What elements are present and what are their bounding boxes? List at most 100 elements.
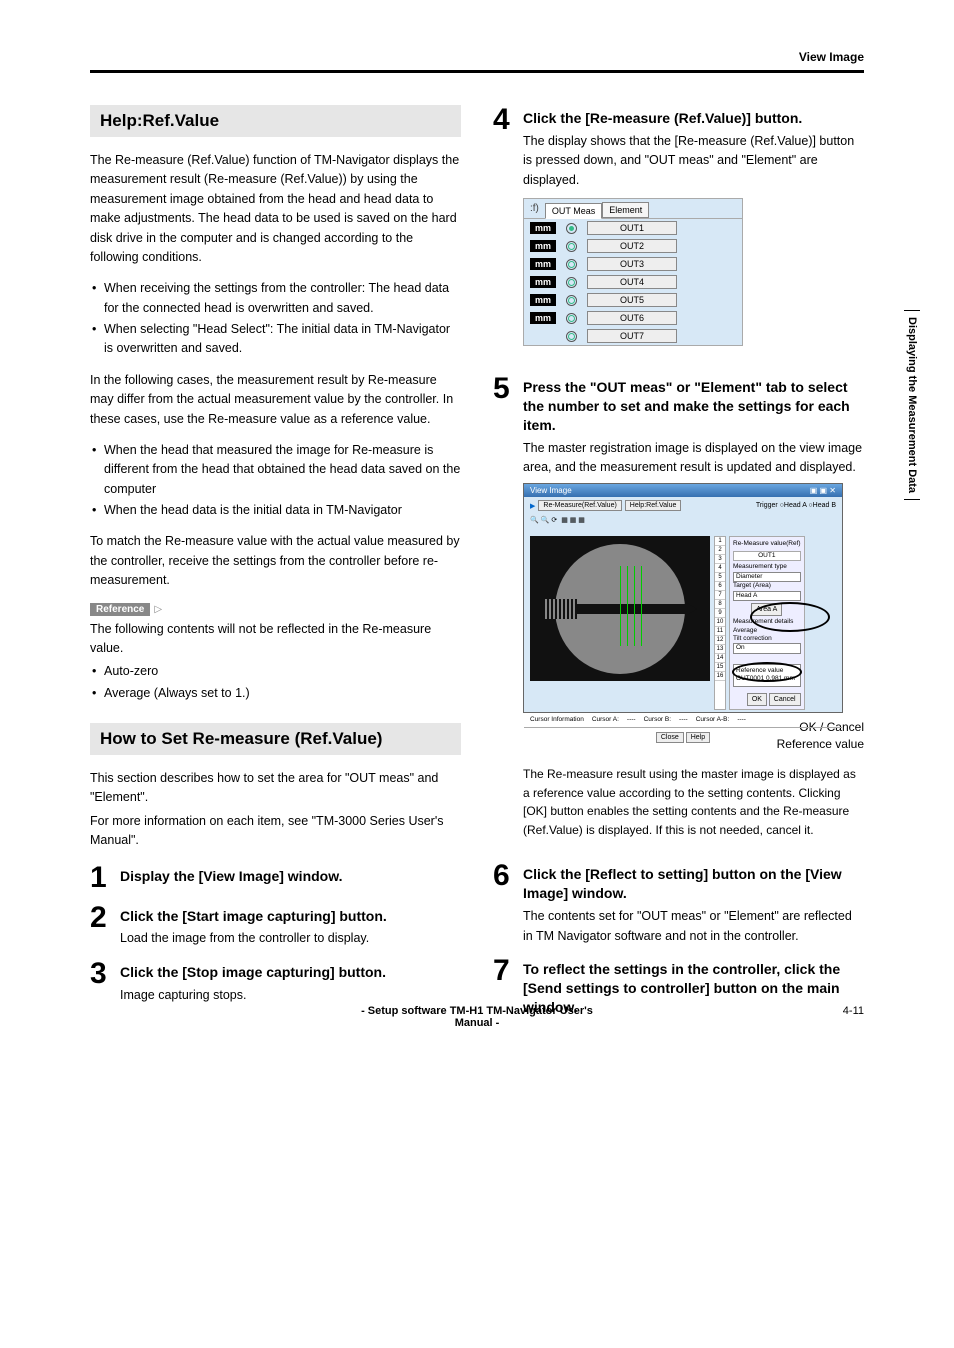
reference-intro: The following contents will not be refle… [90, 620, 461, 659]
step-3: 3 Click the [Stop image capturing] butto… [90, 959, 461, 1005]
step-1: 1 Display the [View Image] window. [90, 863, 461, 893]
unit-mm: mm [530, 258, 556, 270]
step-desc: The master registration image is display… [523, 439, 864, 478]
tab-element[interactable]: Element [602, 202, 649, 218]
step-2: 2 Click the [Start image capturing] butt… [90, 903, 461, 949]
select-tilt-on[interactable]: On [733, 643, 801, 653]
unit-mm: mm [530, 294, 556, 306]
panel-out-label: OUT1 [733, 551, 801, 561]
radio-out2[interactable] [566, 241, 577, 252]
unit-mm: mm [530, 312, 556, 324]
step-5: 5 Press the "OUT meas" or "Element" tab … [493, 374, 864, 851]
right-column: 4 Click the [Re-measure (Ref.Value)] but… [493, 105, 864, 1031]
step-6: 6 Click the [Reflect to setting] button … [493, 861, 864, 946]
radio-out7[interactable] [566, 331, 577, 342]
button-out5[interactable]: OUT5 [587, 293, 677, 307]
reference-arrow-icon: ▷ [154, 604, 162, 615]
tab-out-meas[interactable]: OUT Meas [545, 203, 602, 219]
step-desc: The display shows that the [Re-measure (… [523, 132, 864, 190]
label-meas-type: Measurement type [733, 563, 801, 571]
howto-moreinfo: For more information on each item, see "… [90, 812, 461, 851]
radio-out6[interactable] [566, 313, 577, 324]
select-head[interactable]: Head A [733, 591, 801, 601]
footer-title: - Setup software TM-H1 TM-Navigator User… [348, 1005, 606, 1029]
cursor-info-label: Cursor Information [530, 716, 584, 723]
radio-out1[interactable] [566, 223, 577, 234]
fig-prefix: :f) [524, 200, 545, 217]
zoom-icon[interactable]: 🔍 🔍 ⟳ [530, 516, 557, 524]
step-title: Display the [View Image] window. [120, 863, 461, 886]
help-case-2: When the head data is the initial data i… [90, 501, 461, 520]
window-title: View Image [530, 486, 572, 495]
step-title: Click the [Start image capturing] button… [120, 903, 461, 926]
reference-value-title: Reference value [736, 667, 798, 675]
figure-view-image-window: View Image ▣ ▣ ✕ ▶ Re-Measure(Ref.Value)… [523, 483, 843, 713]
figure-out-meas: :f) OUT Meas Element mm OUT1 mm OU [523, 198, 743, 346]
label-average: Average [733, 627, 801, 635]
button-out4[interactable]: OUT4 [587, 275, 677, 289]
header-rule [90, 70, 864, 73]
button-out7[interactable]: OUT7 [587, 329, 677, 343]
header-section: View Image [799, 50, 864, 64]
panel-header: Re-Measure value(Ref) [733, 540, 801, 548]
help-match: To match the Re-measure value with the a… [90, 532, 461, 590]
help-cond-2: When selecting "Head Select": The initia… [90, 320, 461, 359]
step-title: Click the [Reflect to setting] button on… [523, 861, 864, 903]
toolbar-help-button[interactable]: Help:Ref.Value [625, 500, 682, 511]
toolbar-link[interactable]: ▶ [530, 502, 535, 510]
help-button[interactable]: Help [686, 732, 710, 743]
button-out6[interactable]: OUT6 [587, 311, 677, 325]
button-out3[interactable]: OUT3 [587, 257, 677, 271]
howto-intro: This section describes how to set the ar… [90, 769, 461, 808]
page-footer: - Setup software TM-H1 TM-Navigator User… [90, 1005, 864, 1029]
button-out1[interactable]: OUT1 [587, 221, 677, 235]
ref-item-2: Average (Always set to 1.) [90, 684, 461, 703]
radio-out3[interactable] [566, 259, 577, 270]
left-column: Help:Ref.Value The Re-measure (Ref.Value… [90, 105, 461, 1031]
toolbar-head-label: Trigger ○Head A ○Head B [756, 502, 836, 509]
step-number: 6 [493, 861, 513, 946]
unit-mm: mm [530, 276, 556, 288]
step-number: 3 [90, 959, 110, 1005]
step-desc: Image capturing stops. [120, 986, 461, 1005]
heading-help-ref-value: Help:Ref.Value [90, 105, 461, 137]
image-view-area[interactable] [530, 536, 710, 681]
step-number: 5 [493, 374, 513, 851]
label-meas-details: Measurement details [733, 618, 801, 626]
help-cond-1: When receiving the settings from the con… [90, 279, 461, 318]
label-tilt: Tilt correction [733, 635, 801, 643]
window-controls-icon[interactable]: ▣ ▣ ✕ [810, 486, 836, 495]
step-4: 4 Click the [Re-measure (Ref.Value)] but… [493, 105, 864, 364]
step-desc: The contents set for "OUT meas" or "Elem… [523, 907, 864, 946]
select-diameter[interactable]: Diameter [733, 572, 801, 582]
button-out2[interactable]: OUT2 [587, 239, 677, 253]
out-number-list[interactable]: 12345678 910111213141516 [714, 536, 726, 709]
step-title: Click the [Stop image capturing] button. [120, 959, 461, 982]
unit-mm: mm [530, 240, 556, 252]
cancel-button[interactable]: Cancel [769, 693, 801, 706]
cursor-a: Cursor A: [592, 716, 619, 723]
help-differ: In the following cases, the measurement … [90, 371, 461, 429]
label-target: Target (Area) [733, 582, 801, 590]
step5-result: The Re-measure result using the master i… [523, 765, 864, 839]
cursor-ab: Cursor A-B: [696, 716, 730, 723]
help-case-1: When the head that measured the image fo… [90, 441, 461, 499]
cursor-b: Cursor B: [644, 716, 671, 723]
help-intro: The Re-measure (Ref.Value) function of T… [90, 151, 461, 267]
heading-how-to-set: How to Set Re-measure (Ref.Value) [90, 723, 461, 755]
radio-out4[interactable] [566, 277, 577, 288]
ref-item-1: Auto-zero [90, 662, 461, 681]
unit-mm: mm [530, 222, 556, 234]
grid-icon[interactable]: ▦ ▦ ▦ [561, 516, 585, 524]
reference-badge: Reference [90, 603, 150, 616]
area-button[interactable]: Area A [751, 603, 782, 616]
radio-out5[interactable] [566, 295, 577, 306]
close-button[interactable]: Close [656, 732, 684, 743]
toolbar-remeasure-button[interactable]: Re-Measure(Ref.Value) [538, 500, 621, 511]
ok-button[interactable]: OK [747, 693, 767, 706]
page-number: 4-11 [606, 1005, 864, 1029]
step-title: Click the [Re-measure (Ref.Value)] butto… [523, 105, 864, 128]
settings-panel: Re-Measure value(Ref) OUT1 Measurement t… [729, 536, 805, 709]
step-desc: Load the image from the controller to di… [120, 929, 461, 948]
step-title: Press the "OUT meas" or "Element" tab to… [523, 374, 864, 435]
